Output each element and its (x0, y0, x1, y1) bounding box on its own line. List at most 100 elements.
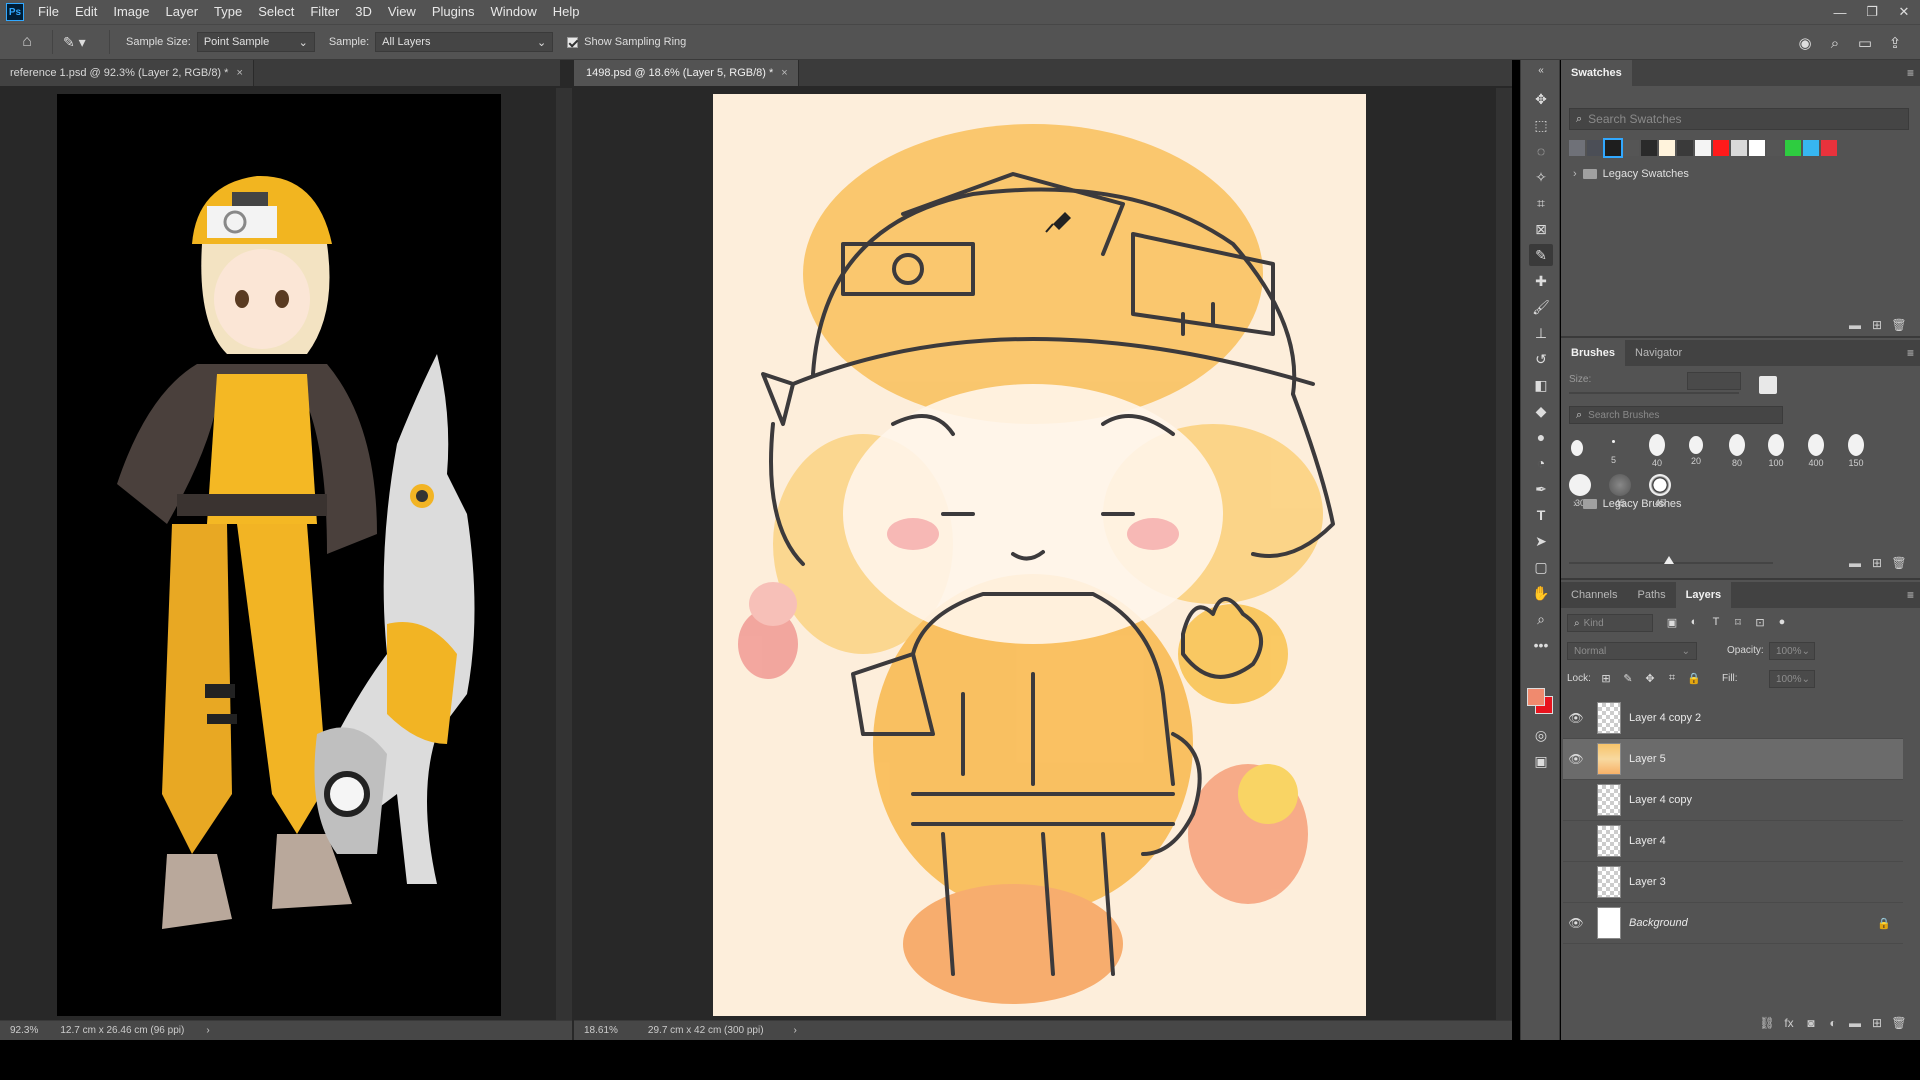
brush-preset[interactable]: 20 (1689, 436, 1703, 466)
trash-icon[interactable]: 🗑 (1888, 556, 1910, 576)
menu-plugins[interactable]: Plugins (424, 0, 483, 24)
menu-help[interactable]: Help (545, 0, 588, 24)
layer-row[interactable]: Layer 4 (1563, 821, 1903, 862)
brush-preset[interactable]: 400 (1808, 434, 1824, 468)
menu-type[interactable]: Type (206, 0, 250, 24)
doc1-scrollbar[interactable] (556, 88, 572, 1020)
workspace-icon[interactable]: ▭ (1850, 28, 1880, 58)
blend-mode-select[interactable]: Normal ⌄ (1567, 642, 1697, 660)
fill-field[interactable]: 100% ⌄ (1769, 670, 1815, 688)
brush-preset[interactable] (1571, 440, 1583, 458)
new-group-icon[interactable]: ▬ (1844, 556, 1866, 576)
quick-mask-icon[interactable]: ◎ (1529, 724, 1553, 746)
brush-size-slider[interactable] (1569, 392, 1739, 394)
crop-tool-icon[interactable]: ⌗ (1529, 192, 1553, 214)
opacity-field[interactable]: 100% ⌄ (1769, 642, 1815, 660)
swatch[interactable] (1603, 138, 1623, 158)
legacy-brushes-folder[interactable]: › Legacy Brushes (1569, 494, 1682, 514)
brush-preset[interactable]: 40 (1649, 434, 1665, 468)
swatch[interactable] (1587, 140, 1603, 156)
new-brush-icon[interactable] (1759, 376, 1777, 394)
panel-menu-icon[interactable]: ≡ (1907, 346, 1914, 360)
lock-position-icon[interactable]: ✥ (1639, 672, 1661, 685)
layer-kind-filter[interactable]: ⌕ Kind (1567, 614, 1653, 632)
layer-row[interactable]: Layer 3 (1563, 862, 1903, 903)
show-sampling-ring-checkbox[interactable] (567, 36, 579, 48)
menu-window[interactable]: Window (482, 0, 544, 24)
pixel-filter-icon[interactable]: ▣ (1661, 616, 1683, 629)
zoom-tool-icon[interactable]: ⌕ (1529, 608, 1553, 630)
move-tool-icon[interactable]: ✥ (1529, 88, 1553, 110)
paint-bucket-tool-icon[interactable]: ◆ (1529, 400, 1553, 422)
eye-icon[interactable]: 👁 (1563, 916, 1589, 930)
menu-filter[interactable]: Filter (302, 0, 347, 24)
adjustment-layer-icon[interactable]: ◐ (1822, 1016, 1844, 1036)
swatch[interactable] (1767, 140, 1783, 156)
search-brushes-field[interactable]: ⌕ Search Brushes (1569, 406, 1783, 424)
swatch[interactable] (1659, 140, 1675, 156)
eye-icon[interactable]: 👁 (1563, 752, 1589, 766)
close-icon[interactable]: × (236, 67, 242, 79)
menu-3d[interactable]: 3D (347, 0, 380, 24)
slider-thumb-icon[interactable] (1664, 556, 1674, 564)
reference-canvas[interactable] (57, 94, 501, 1016)
new-group-icon[interactable]: ▬ (1844, 1016, 1866, 1036)
layer-mask-icon[interactable]: ◙ (1800, 1016, 1822, 1036)
adjustment-filter-icon[interactable]: ◐ (1683, 616, 1705, 629)
frame-tool-icon[interactable]: ⊠ (1529, 218, 1553, 240)
history-brush-tool-icon[interactable]: ↺ (1529, 348, 1553, 370)
new-swatch-icon[interactable]: ⊞ (1866, 318, 1888, 338)
hand-tool-icon[interactable]: ✋ (1529, 582, 1553, 604)
more-tools-icon[interactable]: ••• (1529, 634, 1553, 656)
screen-mode-icon[interactable]: ▣ (1529, 750, 1553, 772)
swatch[interactable] (1695, 140, 1711, 156)
legacy-swatches-folder[interactable]: › Legacy Swatches (1569, 164, 1689, 184)
layer-row[interactable]: Layer 4 copy (1563, 780, 1903, 821)
menu-image[interactable]: Image (105, 0, 157, 24)
brush-preset[interactable]: 150 (1848, 434, 1864, 468)
blur-tool-icon[interactable]: ● (1529, 426, 1553, 448)
menu-layer[interactable]: Layer (158, 0, 207, 24)
layer-style-icon[interactable]: fx (1778, 1016, 1800, 1036)
panel-menu-icon[interactable]: ≡ (1907, 588, 1914, 602)
layer-row[interactable]: 👁 Layer 5 (1563, 739, 1903, 780)
menu-view[interactable]: View (380, 0, 424, 24)
doc2-tab[interactable]: 1498.psd @ 18.6% (Layer 5, RGB/8) * × (574, 60, 799, 86)
link-layers-icon[interactable]: ⛓ (1756, 1016, 1778, 1036)
swatch[interactable] (1641, 140, 1657, 156)
lasso-tool-icon[interactable]: ◌ (1529, 140, 1553, 162)
swatch[interactable] (1803, 140, 1819, 156)
collapse-icon[interactable]: « (1529, 64, 1553, 76)
new-layer-icon[interactable]: ⊞ (1866, 1016, 1888, 1036)
brush-tool-icon[interactable]: 🖌 (1529, 296, 1553, 318)
brush-size-field[interactable] (1687, 372, 1741, 390)
menu-file[interactable]: File (30, 0, 67, 24)
tab-layers[interactable]: Layers (1675, 582, 1732, 608)
lock-all-icon[interactable]: 🔒 (1683, 672, 1705, 685)
foreground-color-swatch[interactable] (1527, 688, 1545, 706)
pen-tool-icon[interactable]: ✒ (1529, 478, 1553, 500)
eyedropper-preset-icon[interactable]: ✎ ▾ (63, 30, 99, 54)
marquee-tool-icon[interactable]: ⬚ (1529, 114, 1553, 136)
lock-transparent-icon[interactable]: ⊞ (1595, 672, 1617, 685)
type-filter-icon[interactable]: T (1705, 616, 1727, 629)
layer-row[interactable]: 👁 Layer 4 copy 2 (1563, 698, 1903, 739)
eye-icon[interactable]: 👁 (1563, 711, 1589, 725)
share-icon[interactable]: ⇪ (1880, 28, 1910, 58)
doc1-tab[interactable]: reference 1.psd @ 92.3% (Layer 2, RGB/8)… (0, 60, 254, 86)
filter-toggle-icon[interactable]: ● (1771, 616, 1793, 629)
trash-icon[interactable]: 🗑 (1888, 1016, 1910, 1036)
doc2-scrollbar[interactable] (1496, 88, 1512, 1020)
shape-filter-icon[interactable]: ⌑ (1727, 616, 1749, 629)
stamp-tool-icon[interactable]: ⊥ (1529, 322, 1553, 344)
eraser-tool-icon[interactable]: ◧ (1529, 374, 1553, 396)
trash-icon[interactable]: 🗑 (1888, 318, 1910, 338)
tab-brushes[interactable]: Brushes (1561, 340, 1626, 366)
minimize-button[interactable]: — (1824, 0, 1856, 24)
type-tool-icon[interactable]: T (1529, 504, 1553, 526)
new-brush-icon[interactable]: ⊞ (1866, 556, 1888, 576)
close-icon[interactable]: × (781, 67, 787, 79)
search-swatches-field[interactable]: ⌕ Search Swatches (1569, 108, 1909, 130)
tab-swatches[interactable]: Swatches (1561, 60, 1632, 86)
healing-brush-tool-icon[interactable]: ✚ (1529, 270, 1553, 292)
